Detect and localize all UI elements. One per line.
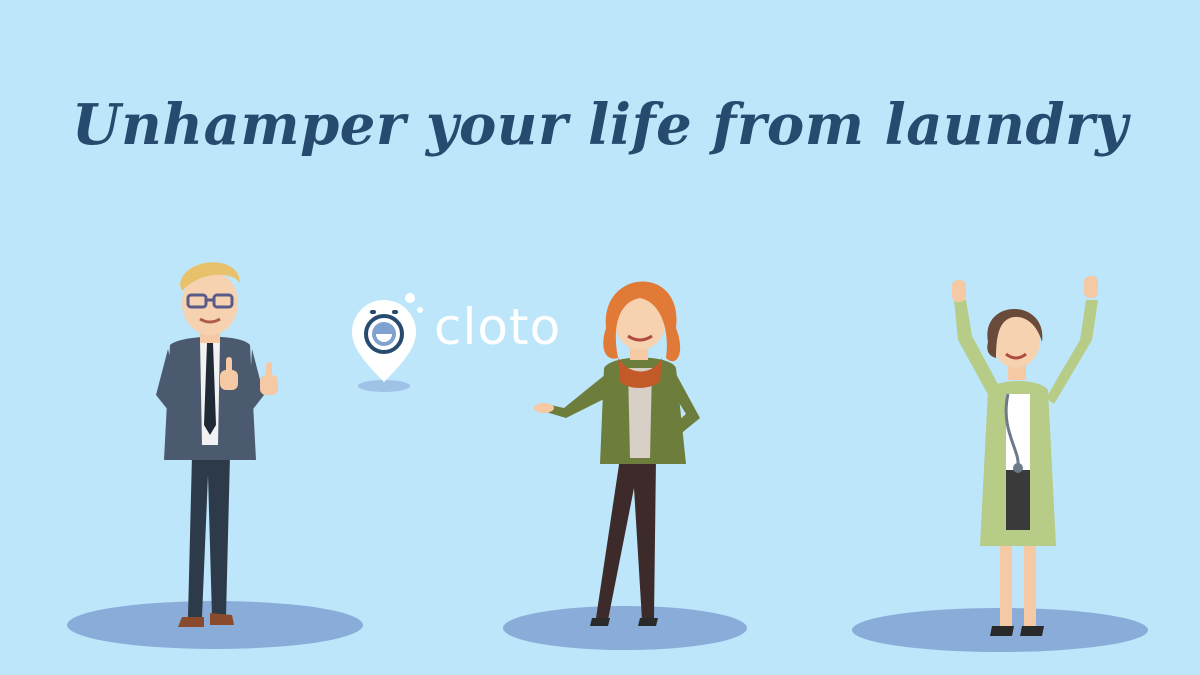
scene: Unhamper your life from laundry cloto: [0, 0, 1200, 675]
businessman-character: [67, 262, 363, 649]
woman-character: [503, 281, 747, 650]
headline: Unhamper your life from laundry: [71, 92, 1129, 158]
doctor-character: [852, 276, 1148, 652]
